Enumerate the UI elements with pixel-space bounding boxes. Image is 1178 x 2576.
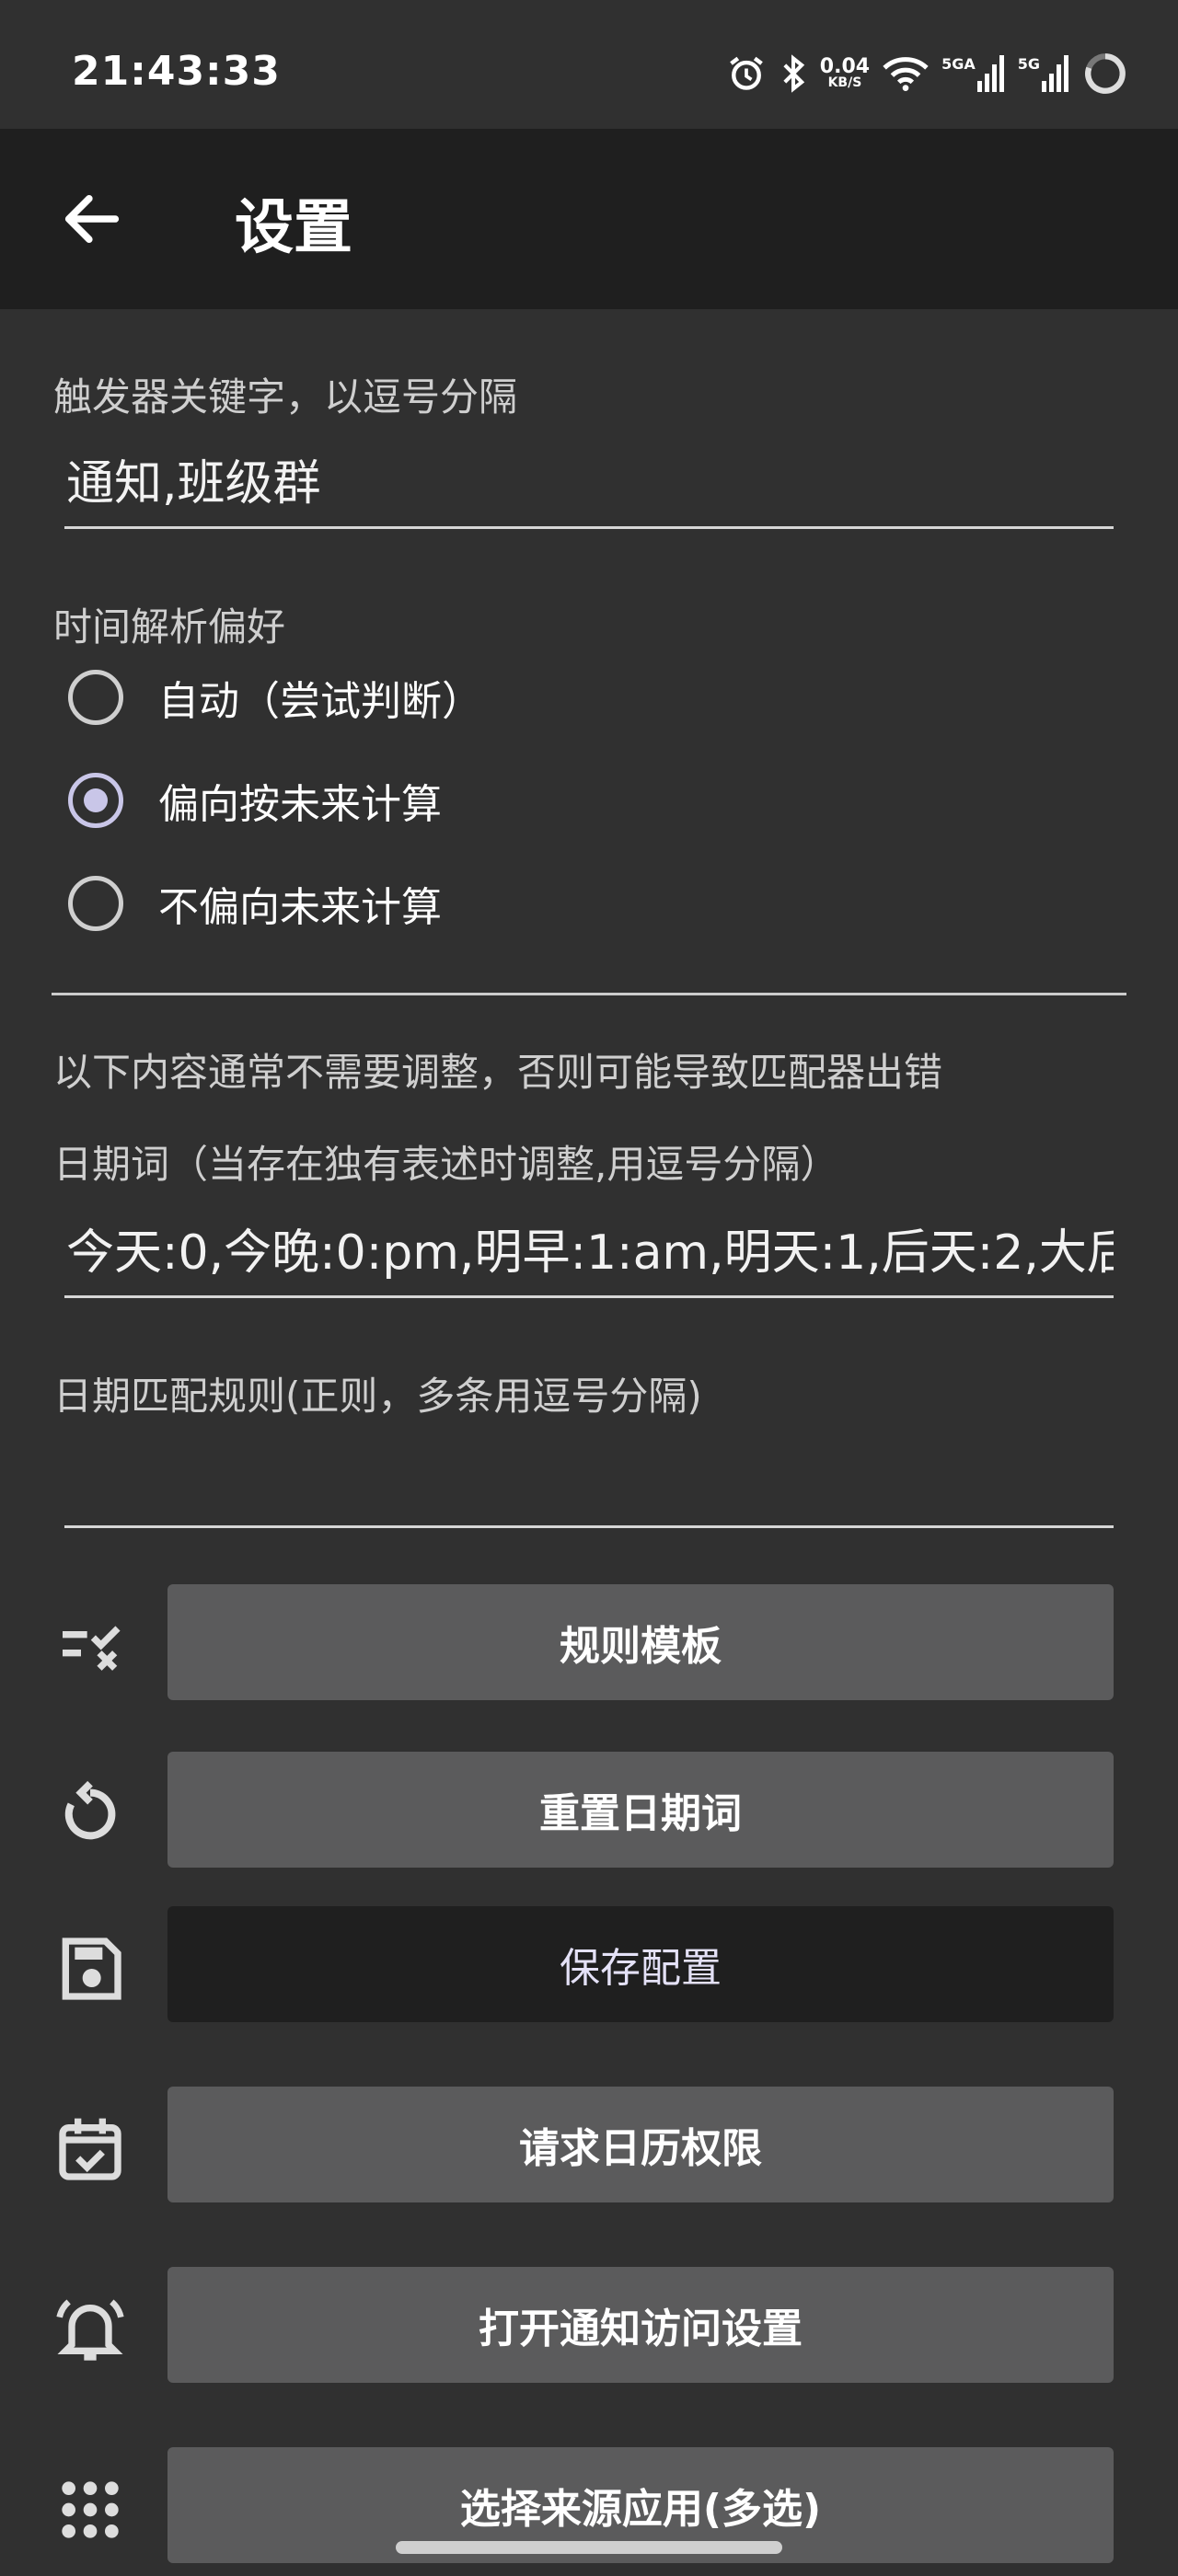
action-notification-access: 打开通知访问设置	[0, 2267, 1178, 2383]
save-icon	[62, 1938, 121, 2000]
action-reset-date-words: 重置日期词	[0, 1752, 1178, 1868]
rule-template-button[interactable]: 规则模板	[167, 1584, 1114, 1700]
calendar-check-icon	[59, 2118, 121, 2180]
date-rules-field[interactable]	[64, 1443, 1114, 1528]
action-save-config: 保存配置	[0, 1906, 1178, 2022]
app-bar: 设置	[0, 129, 1178, 309]
action-rule-template: 规则模板	[0, 1584, 1178, 1700]
keywords-label: 触发器关键字，以逗号分隔	[53, 374, 518, 420]
alarm-icon	[729, 56, 763, 90]
keywords-field[interactable]: 通知,班级群	[64, 443, 1114, 529]
battery-ring-icon	[1085, 53, 1126, 94]
signal-sim2: 5G	[1018, 55, 1069, 92]
keywords-value: 通知,班级群	[66, 456, 321, 512]
action-request-calendar: 请求日历权限	[0, 2087, 1178, 2202]
page-title: 设置	[235, 194, 352, 262]
status-time: 21:43:33	[72, 48, 281, 95]
reset-date-words-button[interactable]: 重置日期词	[167, 1752, 1114, 1868]
net-speed-unit: KB/S	[827, 75, 862, 90]
signal-bars-icon	[1042, 55, 1068, 92]
status-bar: 21:43:33 0.04 KB/S 5GA 5G	[0, 0, 1178, 129]
save-config-button[interactable]: 保存配置	[167, 1906, 1114, 2022]
signal-bars-icon	[976, 55, 1004, 92]
bluetooth-icon	[783, 54, 804, 93]
apps-grid-icon	[62, 2481, 119, 2538]
notification-bell-icon	[56, 2299, 124, 2361]
wifi-icon	[883, 57, 929, 91]
date-rules-label: 日期匹配规则(正则，多条用逗号分隔)	[53, 1374, 702, 1419]
radio-label: 自动（尝试判断）	[158, 678, 482, 725]
home-indicator[interactable]	[396, 2541, 782, 2554]
signal-sim1: 5GA	[941, 55, 1005, 92]
radio-label: 偏向按未来计算	[158, 781, 442, 828]
rule-checklist-icon	[53, 1610, 121, 1684]
radio-button-checked[interactable]	[68, 773, 123, 828]
back-arrow-icon[interactable]	[57, 184, 127, 254]
request-calendar-button[interactable]: 请求日历权限	[167, 2087, 1114, 2202]
time-pref-label: 时间解析偏好	[53, 604, 286, 650]
date-words-field[interactable]: 今天:0,今晚:0:pm,明早:1:am,明天:1,后天:2,大后天:3	[64, 1213, 1114, 1298]
net-speed: 0.04 KB/S	[820, 57, 870, 90]
notification-access-button[interactable]: 打开通知访问设置	[167, 2267, 1114, 2383]
status-icons: 0.04 KB/S 5GA 5G	[726, 46, 1128, 101]
date-words-label: 日期词（当存在独有表述时调整,用逗号分隔）	[53, 1142, 839, 1187]
radio-label: 不偏向未来计算	[158, 884, 442, 931]
radio-no-future[interactable]: 不偏向未来计算	[68, 867, 442, 940]
date-words-value: 今天:0,今晚:0:pm,明早:1:am,明天:1,后天:2,大后天:3	[66, 1225, 1114, 1281]
section-divider	[52, 993, 1126, 995]
advanced-notice: 以下内容通常不需要调整，否则可能导致匹配器出错	[53, 1050, 943, 1095]
radio-button[interactable]	[68, 876, 123, 931]
radio-auto[interactable]: 自动（尝试判断）	[68, 661, 482, 734]
reset-icon	[64, 1780, 116, 1840]
radio-prefer-future[interactable]: 偏向按未来计算	[68, 764, 442, 837]
radio-button[interactable]	[68, 670, 123, 725]
